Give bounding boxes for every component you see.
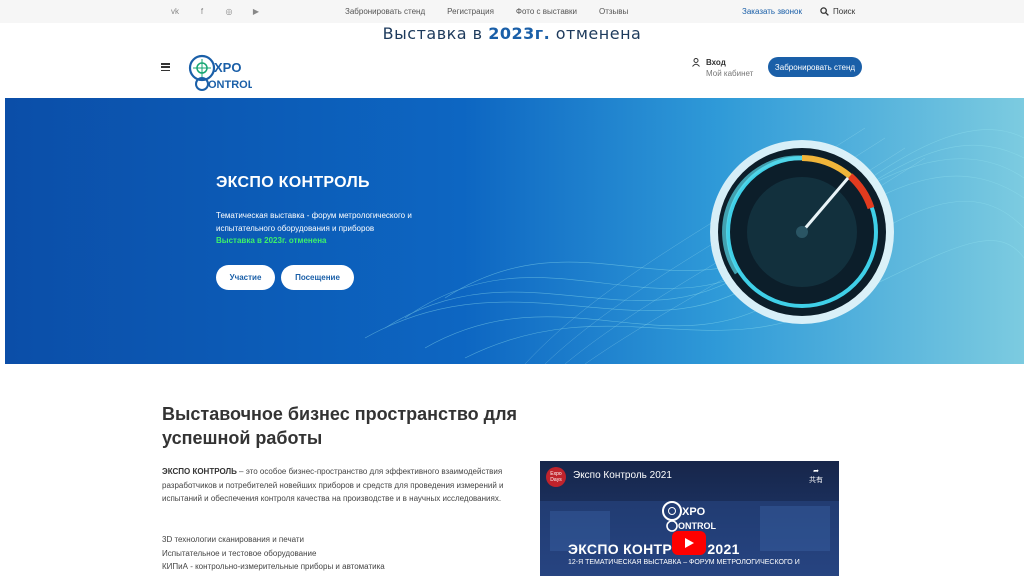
login-label: Вход [706,58,726,67]
about-section: Выставочное бизнес пространство для успе… [0,364,1024,576]
site-header: XPO ONTROL Вход Мой кабинет Забронироват… [0,44,1024,98]
nav-reviews[interactable]: Отзывы [599,7,628,16]
vk-icon[interactable]: vk [170,7,180,17]
cancel-announcement: Выставка в 2023г. отменена [0,24,1024,43]
play-button[interactable] [672,531,706,555]
announce-before: Выставка в [382,24,489,43]
cabinet-label: Мой кабинет [706,69,754,78]
announce-after: отменена [550,24,642,43]
menu-icon[interactable] [161,63,170,71]
video-embed[interactable]: Expo Days Экспо Контроль 2021 ➦ 共有 XPO O… [540,461,839,576]
user-icon [692,58,700,67]
channel-avatar[interactable]: Expo Days [546,467,566,487]
nav-book-stand[interactable]: Забронировать стенд [345,7,425,16]
hero-banner: ЭКСПО КОНТРОЛЬ Тематическая выставка - ф… [5,98,1024,364]
video-headline: ЭКСПО КОНТРОЛЬ 2021 [568,541,740,557]
play-icon [685,538,694,548]
nav-registration[interactable]: Регистрация [447,7,494,16]
svg-text:ONTROL: ONTROL [678,521,716,531]
callback-link[interactable]: Заказать звонок [742,7,802,16]
top-utility-bar: vk f ◎ ▶ Забронировать стенд Регистрация… [0,0,1024,23]
nav-photos[interactable]: Фото с выставки [516,7,577,16]
instagram-icon[interactable]: ◎ [224,7,234,17]
share-button[interactable]: ➦ 共有 [806,467,826,485]
video-logo: XPO ONTROL [662,501,716,532]
participation-button[interactable]: Участие [216,265,275,290]
svg-text:XPO: XPO [682,506,706,518]
list-item: 3D технологии сканирования и печати [162,535,305,544]
share-icon: ➦ [813,468,819,475]
facebook-icon[interactable]: f [197,7,207,17]
hero-cancel-note: Выставка в 2023г. отменена [216,236,327,245]
hero-background-art [364,127,1024,364]
search-button[interactable]: Поиск [820,7,855,16]
intro-paragraph: ЭКСПО КОНТРОЛЬ – это особое бизнес-прост… [162,465,512,506]
section-heading: Выставочное бизнес пространство для успе… [162,404,518,448]
list-item: КИПиА - контрольно-измерительные приборы… [162,562,385,571]
hero-description: Тематическая выставка - форум метрологич… [216,211,412,233]
hero-title: ЭКСПО КОНТРОЛЬ [216,174,370,191]
video-title[interactable]: Экспо Контроль 2021 [573,470,672,481]
visit-button[interactable]: Посещение [281,265,354,290]
login-link[interactable]: Вход Мой кабинет [692,58,753,78]
youtube-icon[interactable]: ▶ [251,7,261,17]
list-item: Испытательное и тестовое оборудование [162,548,317,558]
search-icon [820,7,829,16]
share-label: 共有 [809,477,823,484]
intro-brand: ЭКСПО КОНТРОЛЬ [162,467,237,476]
topics-list: 3D технологии сканирования и печати Испы… [162,533,385,574]
search-label: Поиск [833,7,856,16]
top-nav: Забронировать стенд Регистрация Фото с в… [345,0,628,23]
svg-text:ONTROL: ONTROL [208,79,252,91]
book-stand-button[interactable]: Забронировать стенд [768,57,862,77]
expo-control-logo[interactable]: XPO ONTROL [188,48,252,92]
social-links: vk f ◎ ▶ [170,0,261,23]
video-subtitle: 12-Я ТЕМАТИЧЕСКАЯ ВЫСТАВКА – ФОРУМ МЕТРО… [568,559,800,566]
svg-text:XPO: XPO [214,60,241,75]
announce-year: 2023г. [488,24,551,43]
